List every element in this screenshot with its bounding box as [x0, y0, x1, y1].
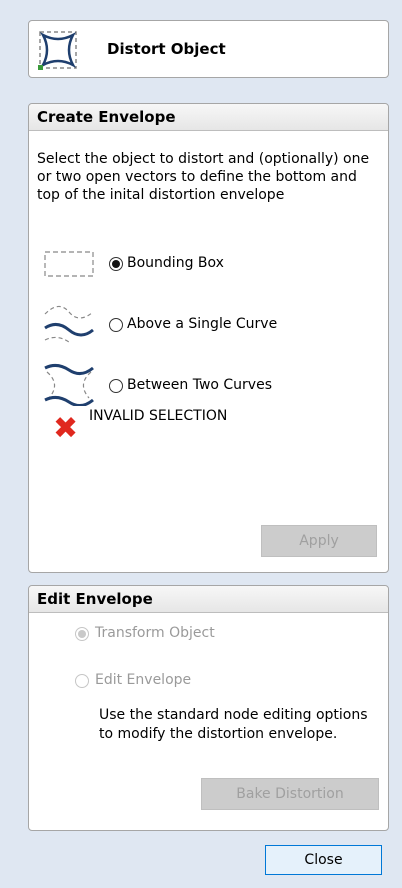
- transform-object-radio[interactable]: [75, 627, 89, 641]
- title-panel: Distort Object: [28, 20, 389, 78]
- two-curves-icon: [44, 363, 94, 406]
- above-single-curve-radio[interactable]: [109, 318, 123, 332]
- close-button[interactable]: Close: [265, 845, 382, 875]
- error-x-icon: ✖: [53, 411, 79, 446]
- create-envelope-panel: Create Envelope Select the object to dis…: [28, 103, 389, 573]
- between-two-curves-radio[interactable]: [109, 379, 123, 393]
- edit-envelope-radio[interactable]: [75, 674, 89, 688]
- distort-object-icon: [38, 31, 77, 70]
- edit-envelope-label: Edit Envelope: [95, 672, 192, 688]
- edit-envelope-header: Edit Envelope: [29, 586, 388, 613]
- bake-distortion-button[interactable]: Bake Distortion: [201, 778, 379, 810]
- bounding-box-icon: [44, 251, 94, 277]
- selection-status: INVALID SELECTION: [89, 408, 228, 424]
- above-single-curve-label: Above a Single Curve: [127, 316, 278, 332]
- between-two-curves-label: Between Two Curves: [127, 377, 273, 393]
- create-envelope-description: Select the object to distort and (option…: [37, 151, 370, 203]
- transform-object-label: Transform Object: [95, 625, 215, 641]
- edit-envelope-description: Use the standard node editing options to…: [99, 707, 368, 742]
- bounding-box-radio[interactable]: [109, 257, 123, 271]
- single-curve-icon: [44, 305, 94, 343]
- panel-title: Distort Object: [107, 40, 226, 58]
- edit-envelope-panel: Edit Envelope Transform Object Edit Enve…: [28, 585, 389, 831]
- create-envelope-header: Create Envelope: [29, 104, 388, 131]
- apply-button[interactable]: Apply: [261, 525, 377, 557]
- bounding-box-label: Bounding Box: [127, 255, 224, 271]
